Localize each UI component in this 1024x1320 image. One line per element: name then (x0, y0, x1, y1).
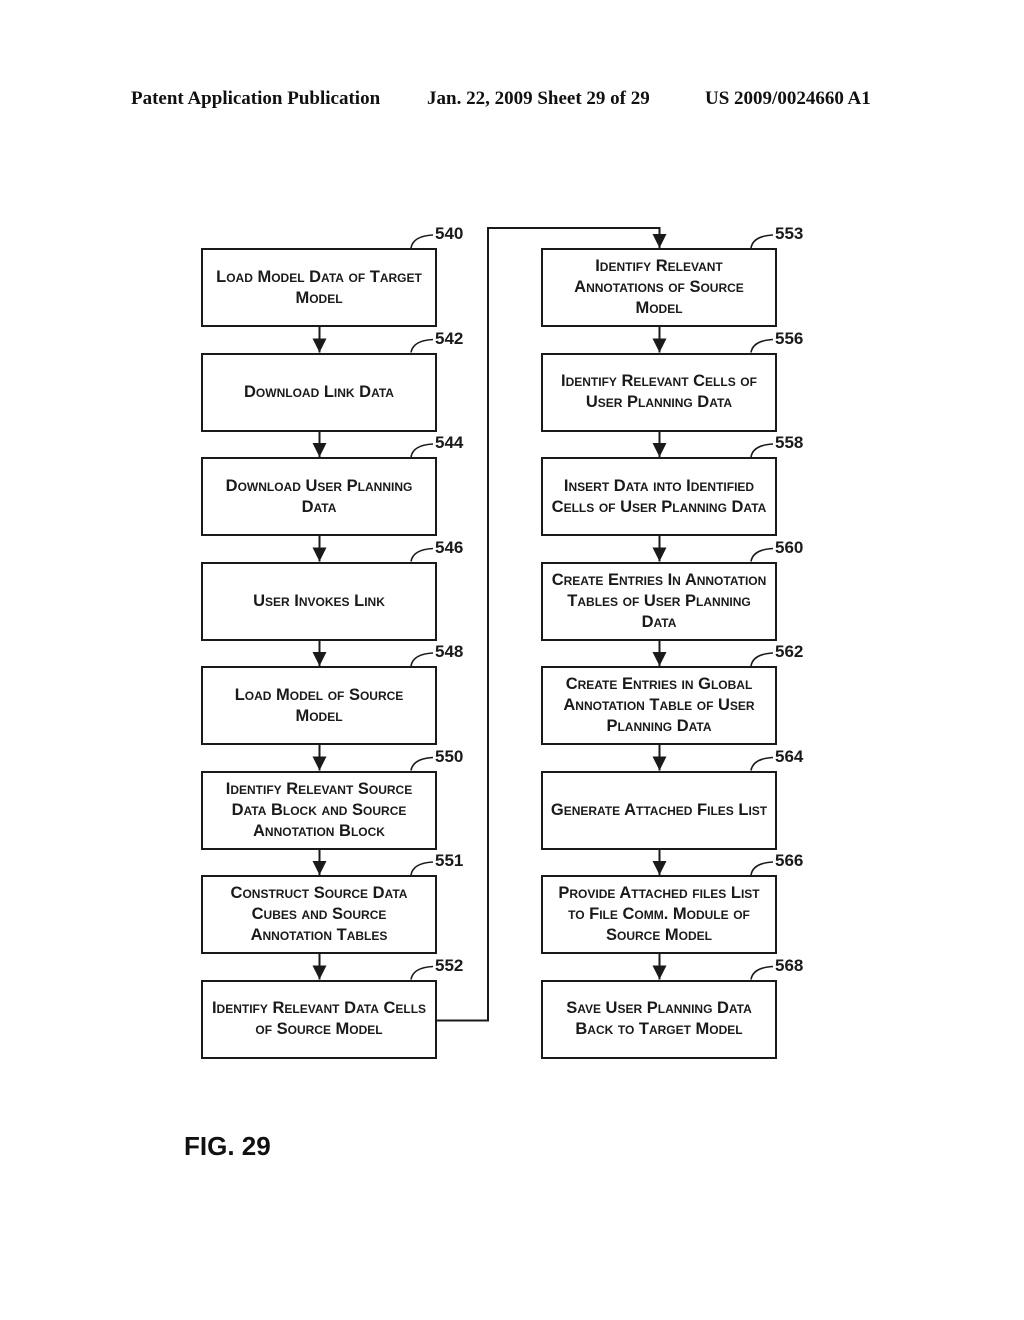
leader-line (410, 756, 434, 771)
step-text: Download Link Data (244, 382, 394, 401)
step-box-542: Download Link Data (201, 352, 437, 432)
reference-numeral: 564 (775, 746, 804, 766)
reference-numeral: 544 (435, 433, 464, 452)
step-box-558: Insert Data into Identified Cells of Use… (541, 457, 777, 536)
step-text: Identify Relevant Source Data Block and … (225, 779, 413, 840)
leader-line (750, 547, 774, 562)
leader-line (750, 965, 774, 980)
step-text: Generate Attached Files List (550, 800, 768, 819)
step-box-548: Load Model of Source Model (201, 666, 437, 745)
leader-line (750, 443, 774, 458)
step-box-544: Download User Planning Data (201, 457, 437, 536)
step-box-564: Generate Attached Files List (541, 770, 777, 850)
step-box-560: Create Entries In Annotation Tables of U… (541, 561, 777, 641)
step-text: Create Entries In Annotation Tables of U… (551, 570, 767, 631)
flowchart-connectors (312, 227, 774, 1022)
leader-line (410, 965, 434, 980)
leader-line (750, 338, 774, 353)
leader-line (750, 234, 774, 249)
step-box-546: User Invokes Link (201, 561, 437, 641)
step-text: Identify Relevant Cells of User Planning… (561, 372, 757, 411)
figure-label: FIG. 29 (184, 1131, 271, 1161)
reference-numeral: 540 (435, 224, 464, 243)
step-text: Download User Planning Data (225, 476, 413, 516)
reference-numeral: 542 (435, 328, 464, 348)
leader-line (410, 234, 434, 249)
reference-numeral: 560 (775, 537, 804, 557)
reference-numeral: 562 (775, 642, 804, 661)
leader-line (750, 652, 774, 667)
step-text: Construct Source Data Cubes and Source A… (230, 884, 408, 944)
leader-line (750, 756, 774, 771)
reference-numeral: 550 (435, 746, 464, 766)
step-box-552: Identify Relevant Data Cells of Source M… (201, 979, 437, 1059)
reference-numeral: 546 (435, 537, 464, 557)
reference-numeral: 566 (775, 851, 804, 870)
reference-numeral: 552 (435, 955, 464, 975)
step-text: Load Model of Source Model (234, 685, 404, 725)
step-text: Insert Data into Identified Cells of Use… (551, 476, 767, 516)
step-box-540: Load Model Data of Target Model (201, 248, 437, 327)
step-box-550: Identify Relevant Source Data Block and … (201, 770, 437, 850)
reference-numeral: 553 (775, 224, 804, 243)
step-text: Provide Attached files List to File Comm… (558, 884, 760, 944)
step-text: Identify Relevant Annotations of Source … (574, 257, 744, 317)
step-box-556: Identify Relevant Cells of User Planning… (541, 352, 777, 432)
step-box-568: Save User Planning Data Back to Target M… (541, 979, 777, 1059)
step-box-566: Provide Attached files List to File Comm… (541, 875, 777, 954)
leader-line (410, 338, 434, 353)
step-text: User Invokes Link (253, 591, 385, 610)
leader-line (750, 861, 774, 876)
reference-numeral: 558 (775, 433, 804, 452)
leader-line (410, 547, 434, 562)
step-box-562: Create Entries in Global Annotation Tabl… (541, 666, 777, 745)
step-text: Identify Relevant Data Cells of Source M… (211, 999, 427, 1038)
reference-numeral: 556 (775, 328, 804, 348)
leader-line (410, 861, 434, 876)
step-text: Load Model Data of Target Model (216, 267, 422, 307)
reference-numeral: 548 (435, 642, 464, 661)
step-text: Save User Planning Data Back to Target M… (566, 999, 752, 1038)
step-box-551: Construct Source Data Cubes and Source A… (201, 875, 437, 954)
step-text: Create Entries in Global Annotation Tabl… (563, 675, 755, 735)
leader-line (410, 652, 434, 667)
step-box-553: Identify Relevant Annotations of Source … (541, 248, 777, 327)
reference-numeral: 568 (775, 955, 804, 975)
reference-numeral: 551 (435, 851, 464, 870)
leader-line (410, 443, 434, 458)
